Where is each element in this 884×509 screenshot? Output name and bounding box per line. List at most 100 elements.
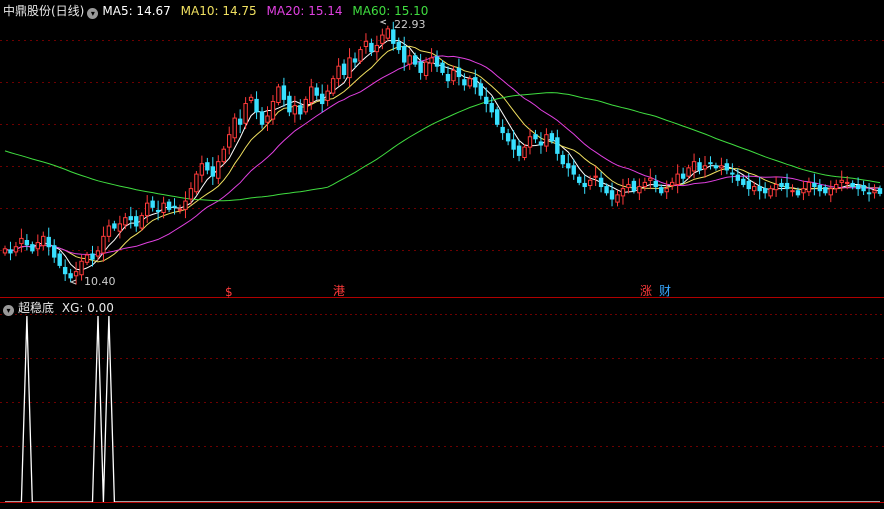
event-marker-dollar[interactable]: $ xyxy=(225,285,233,299)
candle-up xyxy=(336,65,341,80)
candle-up xyxy=(380,34,385,44)
candle-down xyxy=(757,186,762,192)
candle-down xyxy=(473,77,478,88)
candle-down xyxy=(30,244,35,252)
indicator-title: 超稳底 xyxy=(18,301,55,315)
candle-down xyxy=(877,188,883,194)
candle-down xyxy=(730,172,735,175)
candle-up xyxy=(41,235,46,247)
candle-down xyxy=(505,133,511,142)
candle-up xyxy=(669,181,675,187)
candle-down xyxy=(533,134,538,140)
candle-up xyxy=(199,163,205,176)
candle-down xyxy=(762,188,768,194)
candle-up xyxy=(648,177,653,181)
event-marker-rise[interactable]: 涨 xyxy=(640,284,652,298)
candle-down xyxy=(779,182,784,188)
candle-up xyxy=(221,148,226,163)
candle-up xyxy=(839,179,844,183)
candle-up xyxy=(544,134,549,147)
event-marker-finance[interactable]: 财 xyxy=(659,284,671,298)
candle-up xyxy=(385,28,391,39)
candle-down xyxy=(319,93,325,105)
candle-up xyxy=(844,181,850,184)
candle-down xyxy=(210,166,216,177)
candle-up xyxy=(806,181,812,193)
candle-down xyxy=(784,182,790,190)
candle-up xyxy=(117,223,123,232)
candle-up xyxy=(593,175,598,178)
candle-up xyxy=(768,188,773,197)
candle-down xyxy=(866,192,872,195)
candle-down xyxy=(62,266,68,275)
candle-up xyxy=(183,200,188,210)
event-marker-hk[interactable]: 港 xyxy=(333,284,345,298)
candle-down xyxy=(128,216,133,221)
xg-signal-line xyxy=(5,315,880,503)
candle-down xyxy=(259,111,265,125)
candle-down xyxy=(741,178,746,185)
candle-up xyxy=(35,242,41,250)
candle-up xyxy=(828,188,833,196)
candle-up xyxy=(265,115,270,123)
candle-up xyxy=(527,136,533,148)
candle-down xyxy=(396,41,401,51)
candle-down xyxy=(314,87,319,96)
candle-up xyxy=(276,86,281,104)
ma10-legend: MA10: 14.75 xyxy=(180,4,257,18)
candle-up xyxy=(161,202,166,213)
candle-up xyxy=(144,202,150,217)
candle-up xyxy=(232,117,237,139)
candle-down xyxy=(478,83,483,96)
ma20-legend: MA20: 15.14 xyxy=(266,4,343,18)
candle-down xyxy=(8,249,13,254)
candle-down xyxy=(855,185,861,190)
candle-up xyxy=(773,183,779,191)
candle-up xyxy=(123,217,128,226)
candle-down xyxy=(134,216,139,227)
candle-up xyxy=(626,183,631,189)
candle-up xyxy=(702,165,708,170)
candle-up xyxy=(686,167,691,177)
candle-down xyxy=(484,96,489,105)
candle-up xyxy=(243,103,248,124)
candle-up xyxy=(188,188,194,200)
candle-up xyxy=(216,161,221,179)
candle-down xyxy=(52,245,57,258)
candle-up xyxy=(358,49,363,62)
candle-down xyxy=(566,163,571,169)
candle-down xyxy=(823,187,828,194)
candle-down xyxy=(150,200,155,208)
chevron-down-icon[interactable]: ▾ xyxy=(3,305,14,316)
candle-down xyxy=(604,186,609,194)
stock-chart[interactable] xyxy=(0,0,884,509)
candle-down xyxy=(402,45,407,63)
candle-up xyxy=(84,254,90,263)
candle-up xyxy=(139,215,144,229)
candle-down xyxy=(90,253,95,260)
candle-up xyxy=(522,146,527,158)
candle-down xyxy=(281,85,287,100)
candle-down xyxy=(538,141,544,146)
candle-up xyxy=(106,225,112,237)
candle-down xyxy=(653,180,658,188)
candle-down xyxy=(697,162,702,171)
candle-up xyxy=(292,105,298,115)
candle-down xyxy=(724,163,730,171)
candle-up xyxy=(177,208,183,211)
stock-title: 中鼎股份(日线) xyxy=(3,4,85,18)
candle-up xyxy=(790,190,795,193)
candle-up xyxy=(79,260,84,276)
ma5-legend: MA5: 14.67 xyxy=(102,4,171,18)
candlestick-series[interactable] xyxy=(2,21,883,285)
candle-up xyxy=(423,61,429,77)
candle-up xyxy=(73,271,79,277)
candle-down xyxy=(861,185,866,192)
candle-down xyxy=(205,162,210,171)
candle-down xyxy=(68,273,73,279)
chevron-down-icon[interactable]: ▾ xyxy=(87,8,99,19)
candle-up xyxy=(248,96,254,101)
candle-up xyxy=(664,188,669,193)
candle-down xyxy=(237,118,243,125)
candle-down xyxy=(812,182,817,188)
